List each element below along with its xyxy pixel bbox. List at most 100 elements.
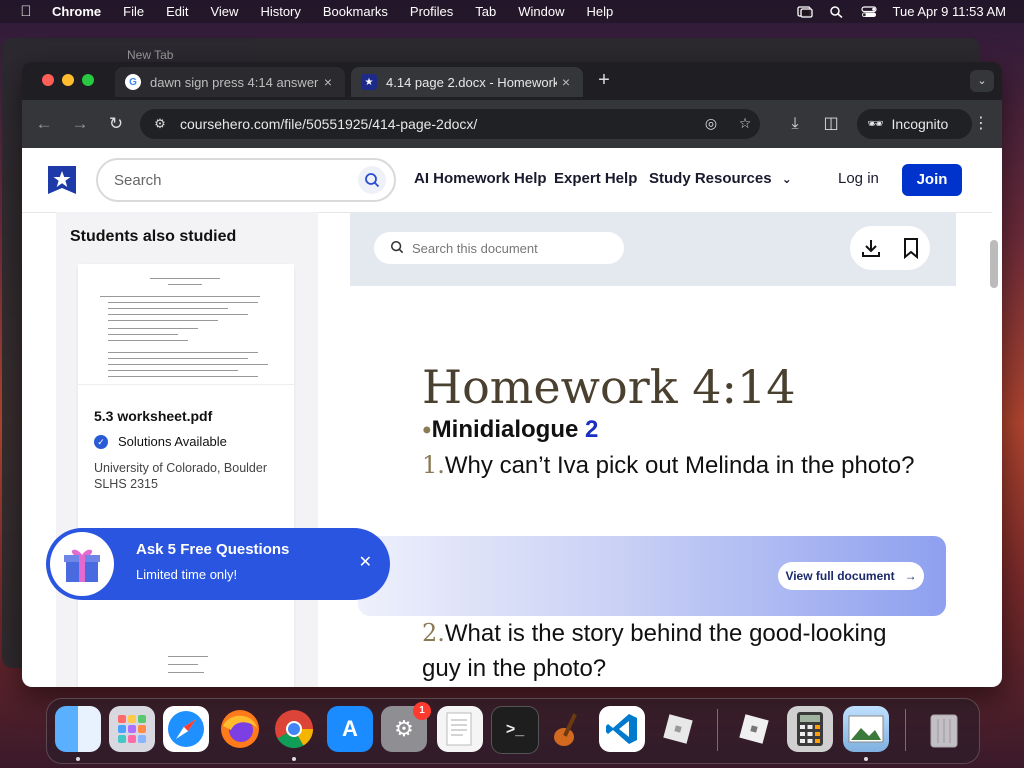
menu-edit[interactable]: Edit [166,4,188,19]
side-panel-icon[interactable]: ◫ [820,113,842,135]
card-title[interactable]: 5.3 worksheet.pdf [94,408,212,424]
menu-app-name[interactable]: Chrome [52,4,101,19]
roblox-icon[interactable] [731,706,777,752]
thumb-line [168,672,204,673]
eye-slash-icon[interactable]: ◎ [702,115,720,133]
forward-arrow-icon[interactable]: → [68,112,92,136]
close-window-button[interactable] [42,74,54,86]
bullet-dot: ● [422,421,432,439]
textedit-icon[interactable] [437,706,483,752]
system-settings-icon[interactable]: ⚙ 1 [381,702,431,752]
launchpad-icon[interactable] [109,706,155,752]
menu-history[interactable]: History [260,4,300,19]
incognito-label: Incognito [891,116,949,132]
thumb-line [108,334,178,335]
vscode-icon[interactable] [599,706,645,752]
safari-icon[interactable] [163,706,209,752]
download-icon[interactable] [860,237,882,259]
login-link[interactable]: Log in [838,170,879,187]
promo-title: Ask 5 Free Questions [136,541,290,558]
site-search-input[interactable]: Search [96,158,396,202]
search-icon[interactable] [358,166,386,194]
firefox-icon[interactable] [217,706,263,752]
address-bar[interactable]: ⚙ coursehero.com/file/50551925/414-page-… [140,109,760,139]
view-full-banner: View full document → [358,536,946,616]
incognito-icon: 🕶 [867,116,884,131]
menu-view[interactable]: View [210,4,238,19]
menubar-datetime[interactable]: Tue Apr 9 11:53 AM [893,4,1006,19]
view-full-document-button[interactable]: View full document → [778,562,924,590]
menu-tab[interactable]: Tab [475,4,496,19]
terminal-icon[interactable]: >_ [491,706,539,754]
menu-window[interactable]: Window [518,4,564,19]
finder-icon[interactable] [55,706,101,752]
promo-subtitle: Limited time only! [136,567,238,582]
sidebar-title: Students also studied [70,228,237,245]
document-search-placeholder: Search this document [412,240,538,256]
background-tab-label: New Tab [127,48,174,62]
menu-bookmarks[interactable]: Bookmarks [323,4,388,19]
trash-icon[interactable] [921,706,967,752]
close-icon[interactable]: ✕ [359,552,372,572]
tab-search-chevron-icon[interactable]: ⌄ [970,70,994,92]
thumb-line [108,302,258,303]
running-indicator [292,757,296,761]
site-info-icon[interactable]: ⚙ [152,116,168,132]
document-actions [850,226,930,270]
download-icon[interactable]: ⤓ [784,113,806,135]
spotlight-search-icon[interactable] [829,5,845,18]
subheading-number: 2 [585,416,599,443]
screen-mirroring-icon[interactable] [796,5,813,18]
dock: A ⚙ 1 >_ [46,698,980,764]
calculator-icon[interactable] [787,706,833,752]
nav-study-resources[interactable]: Study Resources ⌄ [649,170,792,187]
tab-coursehero[interactable]: ★ 4.14 page 2.docx - Homework × [351,67,583,97]
subheading-text: Minidialogue [431,416,585,443]
chrome-icon[interactable] [271,706,317,752]
close-tab-icon[interactable]: × [319,74,337,90]
menu-profiles[interactable]: Profiles [410,4,453,19]
control-center-icon[interactable] [860,5,877,18]
garageband-icon[interactable] [545,706,591,752]
document-thumbnail[interactable] [78,264,294,385]
minimize-window-button[interactable] [62,74,74,86]
thumb-line [168,284,202,285]
more-menu-icon[interactable]: ⋮ [970,113,992,135]
menu-help[interactable]: Help [587,4,614,19]
zoom-window-button[interactable] [82,74,94,86]
new-tab-button[interactable]: + [594,70,614,90]
roblox-studio-icon[interactable] [655,706,701,752]
document-heading: Homework 4:14 [422,360,796,414]
coursehero-logo-icon[interactable] [46,164,78,196]
search-icon [390,240,404,257]
notification-badge: 1 [413,702,431,720]
free-questions-promo[interactable]: Ask 5 Free Questions Limited time only! … [46,528,390,600]
menu-bar:  Chrome File Edit View History Bookmark… [0,0,1024,23]
preview-icon[interactable] [843,706,889,752]
join-button[interactable]: Join [902,164,962,196]
thumb-line [150,278,220,279]
question-2: 2.What is the story behind the good-look… [422,616,922,686]
page-scrollbar[interactable] [990,240,998,288]
url-text[interactable]: coursehero.com/file/50551925/414-page-2d… [180,116,477,132]
related-doc-card[interactable]: 5.3 worksheet.pdf ✓ Solutions Available … [78,264,294,542]
question-text: Why can’t Iva pick out Melinda in the ph… [444,452,915,479]
check-circle-icon: ✓ [94,434,108,449]
app-store-icon[interactable]: A [327,706,373,752]
nav-expert-help[interactable]: Expert Help [554,170,637,187]
incognito-indicator[interactable]: 🕶 Incognito [857,109,972,139]
thumb-line [168,656,208,657]
question-1: 1.Why can’t Iva pick out Melinda in the … [422,448,922,483]
menu-file[interactable]: File [123,4,144,19]
bookmark-icon[interactable] [901,237,921,259]
apple-menu-icon[interactable]:  [18,3,34,20]
tab-google-search[interactable]: G dawn sign press 4:14 answers × [115,67,345,97]
close-tab-icon[interactable]: × [557,74,575,90]
thumb-line [168,664,198,665]
document-search-input[interactable]: Search this document [374,232,624,264]
back-arrow-icon[interactable]: ← [32,112,56,136]
bookmark-star-icon[interactable]: ☆ [736,115,754,133]
tab-label: 4.14 page 2.docx - Homework [386,74,557,90]
nav-ai-homework-help[interactable]: AI Homework Help [414,170,547,187]
reload-icon[interactable]: ↻ [104,112,128,136]
